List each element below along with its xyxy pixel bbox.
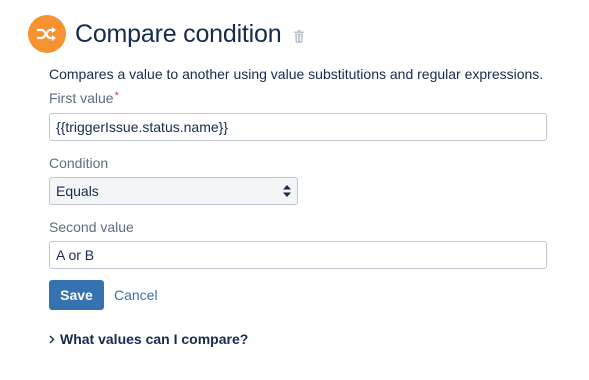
header: Compare condition [28,15,305,53]
condition-selected-value: Equals [56,183,99,199]
select-arrows-icon [283,185,291,197]
first-value-input[interactable] [49,113,547,141]
first-value-label-text: First value [49,90,114,106]
condition-description: Compares a value to another using value … [49,66,544,82]
condition-select[interactable]: Equals [49,177,298,205]
second-value-label: Second value [49,219,134,235]
trash-icon[interactable] [294,29,305,43]
compare-condition-panel: Compare condition Compares a value to an… [0,0,589,380]
first-value-label: First value* [49,90,119,106]
help-expander-label: What values can I compare? [60,331,249,347]
shuffle-icon [28,15,66,53]
chevron-right-icon [49,335,60,344]
second-value-input[interactable] [49,241,547,269]
help-expander[interactable]: What values can I compare? [49,331,248,347]
save-button[interactable]: Save [49,280,104,310]
condition-label: Condition [49,155,109,171]
required-marker: * [114,90,119,102]
page-title: Compare condition [75,20,282,48]
cancel-button[interactable]: Cancel [114,287,158,303]
